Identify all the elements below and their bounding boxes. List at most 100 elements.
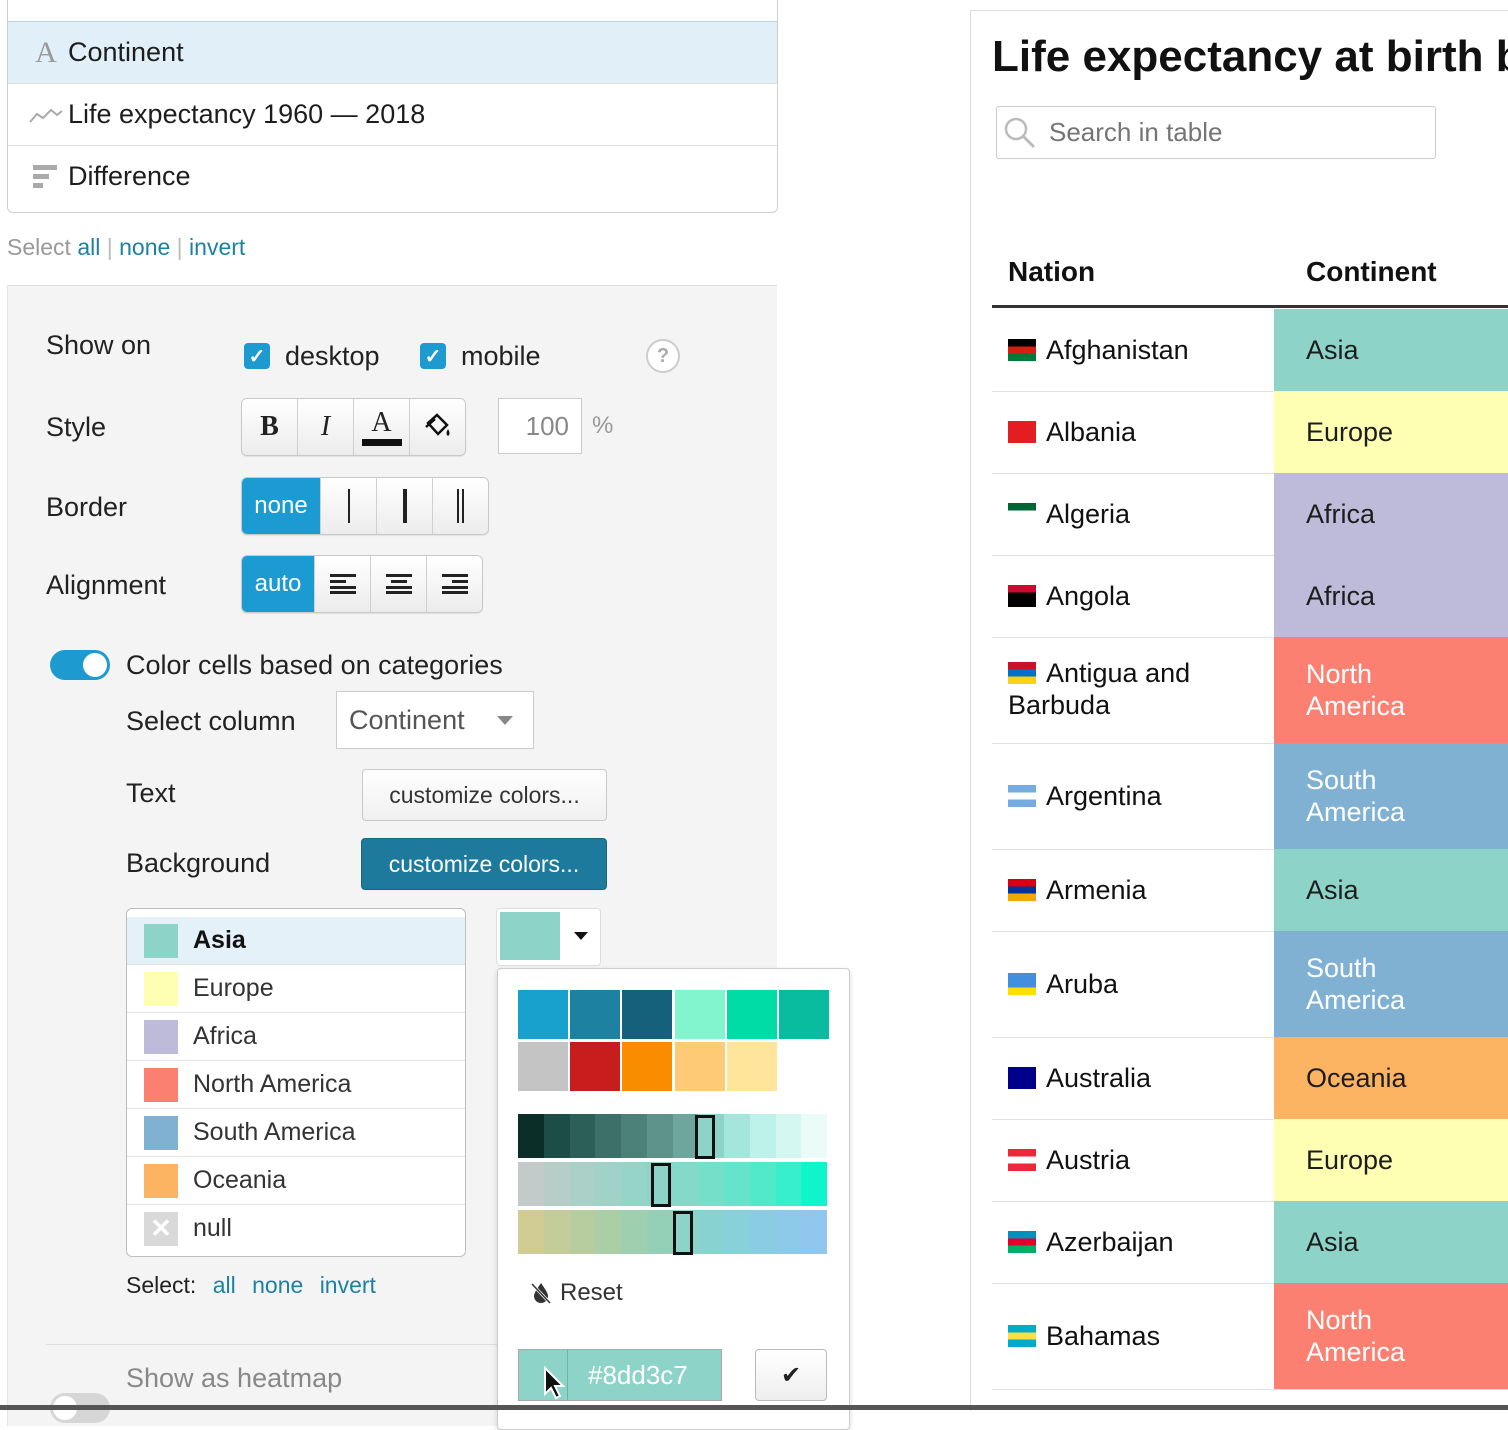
palette-swatch[interactable] — [570, 1042, 621, 1091]
gradient-step[interactable] — [801, 1162, 827, 1206]
gradient-marker[interactable] — [695, 1115, 715, 1159]
gradient-step[interactable] — [724, 1210, 750, 1254]
bold-button[interactable]: B — [242, 399, 298, 455]
confirm-color-button[interactable]: ✔ — [755, 1349, 827, 1401]
reset-drop-icon — [530, 1282, 552, 1305]
category-item[interactable]: ✕ null — [127, 1205, 465, 1252]
gradient-step[interactable] — [724, 1114, 750, 1158]
header-continent[interactable]: Continent — [1306, 256, 1437, 288]
gradient-step[interactable] — [775, 1210, 802, 1254]
category-item[interactable]: South America — [127, 1109, 465, 1157]
color-cells-toggle[interactable] — [50, 650, 110, 680]
hex-input[interactable]: #8dd3c7 — [568, 1350, 721, 1400]
text-icon: A — [35, 35, 57, 69]
palette-swatch[interactable] — [726, 990, 777, 1039]
header-nation[interactable]: Nation — [1008, 256, 1095, 288]
help-icon[interactable]: ? — [646, 339, 680, 373]
gradient-marker[interactable] — [673, 1211, 693, 1255]
gradient-step[interactable] — [543, 1210, 570, 1254]
color-dropdown-button[interactable] — [496, 908, 601, 966]
search-input[interactable] — [1047, 116, 1421, 149]
align-left-button[interactable] — [315, 556, 371, 612]
customize-background-colors-button[interactable]: customize colors... — [361, 838, 607, 890]
border-double-button[interactable] — [433, 478, 488, 534]
gradient-step[interactable] — [801, 1114, 827, 1158]
category-item[interactable]: Europe — [127, 965, 465, 1013]
gradient-step[interactable] — [595, 1114, 621, 1158]
gradient-step[interactable] — [749, 1114, 776, 1158]
text-color-button[interactable]: A — [354, 399, 410, 455]
palette-swatch[interactable] — [518, 990, 568, 1039]
gradient-step[interactable] — [698, 1162, 724, 1206]
gradient-step[interactable] — [543, 1114, 570, 1158]
gradient-step[interactable] — [749, 1162, 776, 1206]
gradient-step[interactable] — [595, 1210, 621, 1254]
border-thick-button[interactable] — [377, 478, 433, 534]
palette-swatch[interactable] — [674, 1042, 725, 1091]
saturation-gradient[interactable] — [518, 1162, 827, 1206]
category-item[interactable]: Africa — [127, 1013, 465, 1061]
category-select-none-link[interactable]: none — [252, 1272, 303, 1298]
gradient-step[interactable] — [724, 1162, 750, 1206]
fill-color-button[interactable] — [410, 399, 465, 455]
italic-button[interactable]: I — [298, 399, 354, 455]
desktop-checkbox[interactable]: ✓ — [244, 343, 270, 369]
palette-swatch[interactable] — [570, 990, 621, 1039]
align-auto-button[interactable]: auto — [242, 556, 315, 612]
reset-label: Reset — [560, 1279, 623, 1306]
category-item[interactable]: Asia — [127, 917, 465, 965]
gradient-step[interactable] — [543, 1162, 570, 1206]
palette-swatch[interactable] — [726, 1042, 777, 1091]
gradient-step[interactable] — [595, 1162, 621, 1206]
gradient-step[interactable] — [621, 1162, 647, 1206]
category-select-invert-link[interactable]: invert — [320, 1272, 376, 1298]
gradient-step[interactable] — [518, 1210, 544, 1254]
width-input[interactable]: 100 — [498, 398, 582, 454]
gradient-step[interactable] — [775, 1162, 802, 1206]
select-column-dropdown[interactable]: Continent — [336, 691, 534, 749]
gradient-marker[interactable] — [651, 1163, 671, 1207]
reset-button[interactable]: Reset — [530, 1279, 623, 1307]
align-center-button[interactable] — [371, 556, 427, 612]
customize-text-colors-button[interactable]: customize colors... — [362, 769, 607, 821]
search-icon — [1004, 117, 1036, 148]
align-right-button[interactable] — [427, 556, 482, 612]
category-item[interactable]: North America — [127, 1061, 465, 1109]
gradient-step[interactable] — [569, 1114, 596, 1158]
border-thin-button[interactable] — [321, 478, 377, 534]
table-row: Afghanistan Asia — [992, 309, 1508, 392]
column-item-difference[interactable]: Difference — [8, 145, 777, 207]
palette-swatch[interactable] — [779, 990, 829, 1039]
table-search[interactable] — [996, 106, 1436, 159]
gradient-step[interactable] — [621, 1114, 647, 1158]
palette-swatch[interactable] — [622, 990, 673, 1039]
category-select-all-link[interactable]: all — [213, 1272, 236, 1298]
select-all-link[interactable]: all — [77, 234, 100, 260]
gradient-step[interactable] — [646, 1114, 673, 1158]
gradient-step[interactable] — [775, 1114, 802, 1158]
select-invert-link[interactable]: invert — [189, 234, 245, 260]
palette-swatch[interactable] — [674, 990, 725, 1039]
category-item[interactable]: Oceania — [127, 1157, 465, 1205]
column-item-life-expectancy[interactable]: Life expectancy 1960 — 2018 — [8, 83, 777, 145]
select-none-link[interactable]: none — [119, 234, 170, 260]
column-item-continent[interactable]: A Continent — [8, 21, 777, 84]
gradient-step[interactable] — [621, 1210, 647, 1254]
gradient-step[interactable] — [569, 1210, 596, 1254]
gradient-step[interactable] — [801, 1210, 827, 1254]
gradient-step[interactable] — [672, 1162, 699, 1206]
gradient-step[interactable] — [698, 1210, 724, 1254]
palette-swatch[interactable] — [622, 1042, 673, 1091]
hex-preview-swatch — [519, 1350, 568, 1400]
continent-cell: Africa — [1274, 555, 1508, 637]
mobile-checkbox[interactable]: ✓ — [420, 343, 446, 369]
nation-label: Afghanistan — [1046, 335, 1189, 365]
gradient-step[interactable] — [749, 1210, 776, 1254]
palette-swatch[interactable] — [518, 1042, 568, 1091]
border-none-button[interactable]: none — [242, 478, 321, 534]
gradient-step[interactable] — [518, 1162, 544, 1206]
dark-light-gradient[interactable] — [518, 1114, 827, 1158]
gradient-step[interactable] — [518, 1114, 544, 1158]
gradient-step[interactable] — [569, 1162, 596, 1206]
gradient-step[interactable] — [646, 1210, 673, 1254]
